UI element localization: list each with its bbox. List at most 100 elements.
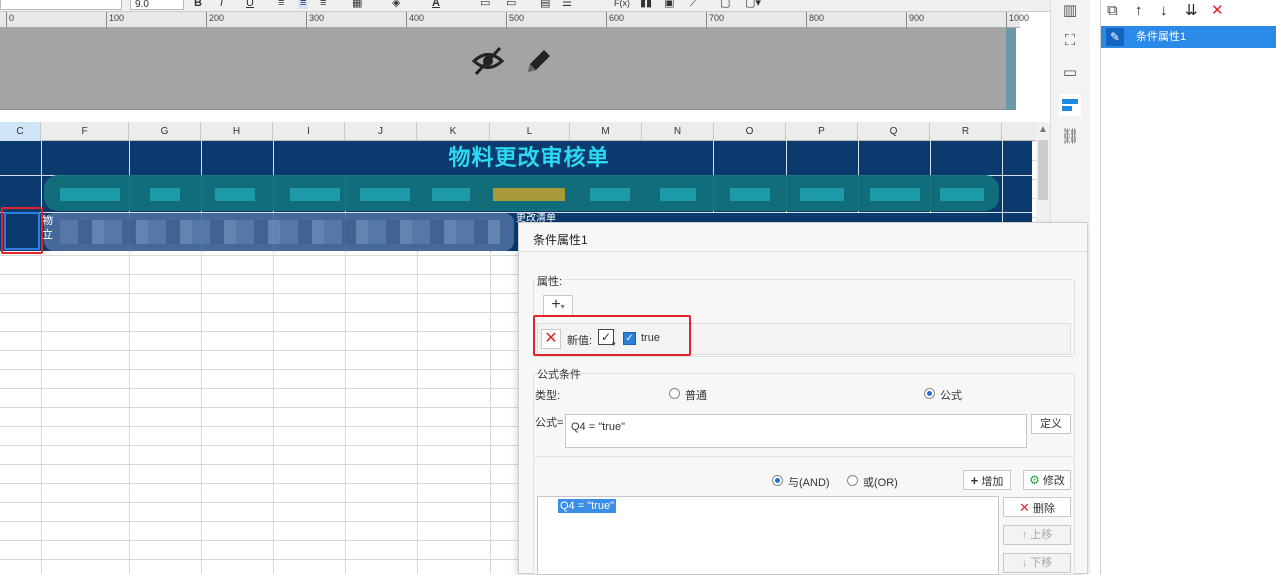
- report-title-cell[interactable]: 物料更改审核单: [345, 141, 713, 175]
- condition-list-item[interactable]: Q4 = "true": [558, 499, 616, 513]
- condition-list-panel: [1100, 0, 1276, 574]
- merge-cells-icon[interactable]: ▭: [480, 0, 490, 9]
- image-icon[interactable]: ▣: [664, 0, 674, 9]
- fill-color-icon[interactable]: ◈: [392, 0, 400, 9]
- delete-condition-button[interactable]: ✕ 删除: [1003, 497, 1071, 517]
- ruler-tick: 0: [6, 12, 14, 28]
- scroll-up-icon[interactable]: ▲: [1038, 124, 1048, 135]
- type-formula-radio[interactable]: [924, 388, 935, 399]
- sub-report-icon[interactable]: ▢▾: [745, 0, 761, 9]
- align-right-icon[interactable]: ≡: [320, 0, 326, 9]
- column-header[interactable]: C: [0, 122, 41, 141]
- delete-x-icon: ✕: [1019, 500, 1030, 515]
- column-header[interactable]: R: [930, 122, 1002, 141]
- column-header[interactable]: L: [490, 122, 570, 141]
- function-button[interactable]: F(x): [614, 0, 630, 9]
- ruler-tick: 100: [106, 12, 124, 28]
- copy-icon[interactable]: ⧉: [1107, 2, 1118, 20]
- move-down-icon[interactable]: ↓: [1160, 2, 1168, 20]
- ruler-tick: 200: [206, 12, 224, 28]
- modify-condition-label: 修改: [1042, 475, 1065, 487]
- type-formula-label: 公式: [940, 390, 962, 402]
- slash-icon[interactable]: ⟋: [690, 0, 698, 9]
- column-header[interactable]: H: [201, 122, 273, 141]
- delete-condition-label: 删除: [1032, 503, 1055, 515]
- or-label: 或(OR): [863, 477, 898, 489]
- condition-item[interactable]: ✎ 条件属性1: [1101, 26, 1276, 48]
- move-up-label: 上移: [1030, 529, 1053, 541]
- column-header[interactable]: G: [129, 122, 201, 141]
- bold-button[interactable]: B: [194, 0, 202, 9]
- formula-input[interactable]: Q4 = "true": [565, 414, 1027, 448]
- formula-label: 公式=: [535, 417, 564, 429]
- font-color-button[interactable]: A: [432, 0, 440, 9]
- down-arrow-icon: ↓: [1021, 557, 1028, 569]
- move-up-button[interactable]: ↑ 上移: [1003, 525, 1071, 545]
- pencil-icon[interactable]: [522, 44, 554, 78]
- highlight-new-value: [533, 315, 691, 356]
- border-icon[interactable]: ▦: [352, 0, 362, 9]
- row3-left-text: 物 立: [42, 215, 53, 241]
- move-to-bottom-icon[interactable]: ⇊: [1185, 2, 1198, 20]
- ruler-tick: 600: [606, 12, 624, 28]
- add-property-button[interactable]: +▾: [543, 295, 573, 316]
- condition-list[interactable]: Q4 = "true": [537, 496, 999, 575]
- page-header-band[interactable]: [0, 28, 1016, 110]
- column-header[interactable]: K: [417, 122, 490, 141]
- cell-attribute-icon[interactable]: ⛶: [1059, 30, 1081, 52]
- type-label: 类型:: [535, 390, 561, 402]
- column-header[interactable]: P: [786, 122, 858, 141]
- modify-condition-button[interactable]: ⚙ 修改: [1023, 470, 1071, 490]
- table-icon[interactable]: ▤: [540, 0, 550, 9]
- ruler: 0 100 200 300 400 500 600 700 800 900 10…: [0, 12, 1029, 28]
- condition-attribute-icon[interactable]: [1059, 94, 1081, 116]
- blurred-data-row-cells: [60, 220, 500, 244]
- align-center-icon[interactable]: ≡: [298, 0, 309, 9]
- edit-pencil-icon: ✎: [1106, 28, 1124, 46]
- scrollbar-thumb[interactable]: [1038, 140, 1048, 200]
- widget-icon[interactable]: ▢: [720, 0, 730, 9]
- font-size-select[interactable]: 9.0: [130, 0, 184, 10]
- add-condition-button[interactable]: + 增加: [963, 470, 1011, 490]
- ruler-tick: 300: [306, 12, 324, 28]
- cell-element-icon[interactable]: ▥: [1059, 0, 1081, 22]
- column-header[interactable]: I: [273, 122, 345, 141]
- move-down-button[interactable]: ↓ 下移: [1003, 553, 1071, 573]
- bar-chart-icon[interactable]: ▮▮: [640, 0, 652, 9]
- type-normal-label: 普通: [685, 390, 707, 402]
- column-header[interactable]: J: [345, 122, 417, 141]
- column-header[interactable]: N: [642, 122, 714, 141]
- add-property-label: +: [551, 296, 561, 313]
- column-header[interactable]: Q: [858, 122, 930, 141]
- delete-icon[interactable]: ✕: [1211, 2, 1224, 20]
- format-toolbar: 9.0 B I U ≡ ≡ ≡ ▦ ◈ A ▭ ▭ ▤ ☰ F(x) ▮▮ ▣ …: [0, 0, 1050, 12]
- header-band-scrollbar[interactable]: [1006, 28, 1016, 110]
- hidden-eye-icon[interactable]: [470, 44, 506, 78]
- ruler-tick: 500: [506, 12, 524, 28]
- and-label: 与(AND): [788, 477, 830, 489]
- plus-icon: +: [970, 473, 979, 488]
- or-radio[interactable]: [847, 475, 858, 486]
- type-normal-radio[interactable]: [669, 388, 680, 399]
- italic-button[interactable]: I: [220, 0, 223, 9]
- column-header[interactable]: O: [714, 122, 786, 141]
- add-condition-label: 增加: [981, 476, 1004, 488]
- font-family-select[interactable]: [0, 0, 122, 10]
- column-header[interactable]: M: [570, 122, 642, 141]
- widget-icon[interactable]: ▭: [1059, 62, 1081, 84]
- define-button[interactable]: 定义: [1031, 414, 1071, 434]
- text-icon[interactable]: ☰: [562, 0, 572, 9]
- and-radio[interactable]: [772, 475, 783, 486]
- underline-button[interactable]: U: [246, 0, 254, 9]
- align-left-icon[interactable]: ≡: [278, 0, 284, 9]
- ruler-tick: 700: [706, 12, 724, 28]
- move-up-icon[interactable]: ↑: [1135, 2, 1143, 20]
- properties-label: 属性:: [537, 276, 563, 288]
- modify-icon: ⚙: [1029, 473, 1040, 487]
- hyperlink-icon[interactable]: ⛓: [1059, 126, 1081, 148]
- split-cells-icon[interactable]: ▭: [506, 0, 516, 9]
- ruler-tick: 800: [806, 12, 824, 28]
- ruler-tick: 1000: [1006, 12, 1029, 28]
- highlight-selected-cell: [1, 207, 43, 254]
- column-header[interactable]: F: [41, 122, 129, 141]
